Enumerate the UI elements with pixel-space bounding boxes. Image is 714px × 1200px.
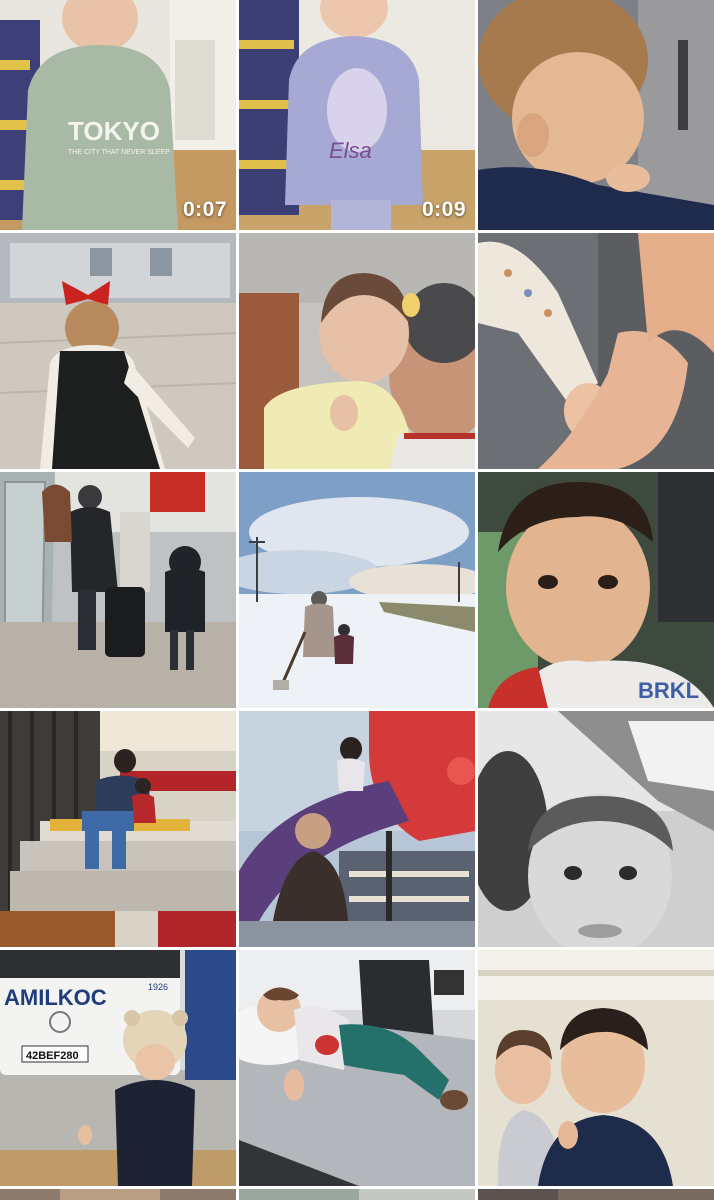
- photo-tile-playground-slide[interactable]: [239, 711, 475, 947]
- photo-tile-boy-smiling[interactable]: BRKL: [478, 472, 714, 708]
- bus-brand-text: AMILKOC: [4, 985, 107, 1010]
- photo-grid: TOKYO THE CITY THAT NEVER SLEEP 0:07 Els…: [0, 0, 714, 1200]
- photo-thumbnail: [239, 233, 475, 469]
- photo-thumbnail: [239, 711, 475, 947]
- photo-tile-child-by-bus[interactable]: AMILKOC 1926 42BEF280: [0, 950, 236, 1186]
- shirt-text: BRKL: [638, 678, 699, 703]
- photo-thumbnail: AMILKOC 1926 42BEF280: [0, 950, 236, 1186]
- photo-tile-airport-walk[interactable]: [0, 472, 236, 708]
- photo-thumbnail: BRKL: [478, 472, 714, 708]
- photo-thumbnail: [239, 950, 475, 1186]
- photo-thumbnail: [239, 472, 475, 708]
- photo-thumbnail: [478, 0, 714, 230]
- photo-thumbnail: [478, 1189, 714, 1200]
- photo-tile-partial-3[interactable]: [478, 1189, 714, 1200]
- license-plate-text: 42BEF280: [26, 1050, 79, 1062]
- photo-tile-partial-2[interactable]: [239, 1189, 475, 1200]
- photo-tile-father-son-steps[interactable]: [0, 711, 236, 947]
- photo-tile-brothers-hug[interactable]: [478, 950, 714, 1186]
- photo-thumbnail: [239, 1189, 475, 1200]
- photo-thumbnail: [0, 472, 236, 708]
- video-duration: 0:09: [421, 198, 466, 221]
- hoodie-subtext: THE CITY THAT NEVER SLEEP: [68, 149, 170, 156]
- video-duration: 0:07: [182, 198, 227, 221]
- photo-thumbnail: [0, 711, 236, 947]
- photo-thumbnail: TOKYO THE CITY THAT NEVER SLEEP: [0, 0, 236, 230]
- photo-thumbnail: [0, 1189, 236, 1200]
- photo-tile-partial-1[interactable]: [0, 1189, 236, 1200]
- photo-tile-snow-walk[interactable]: [239, 472, 475, 708]
- photo-tile-child-hospital-bed[interactable]: [239, 950, 475, 1186]
- photo-thumbnail: Elsa: [239, 0, 475, 230]
- photo-tile-baby-with-father[interactable]: [239, 233, 475, 469]
- photo-thumbnail: [478, 950, 714, 1186]
- video-tile-girl-tokyo-hoodie[interactable]: TOKYO THE CITY THAT NEVER SLEEP 0:07: [0, 0, 236, 230]
- photo-tile-girl-red-bow[interactable]: [0, 233, 236, 469]
- photo-thumbnail: [0, 233, 236, 469]
- bus-year-text: 1926: [148, 982, 168, 992]
- shirt-text: Elsa: [329, 138, 372, 163]
- video-tile-girl-elsa-shirt[interactable]: Elsa 0:09: [239, 0, 475, 230]
- photo-thumbnail: [478, 711, 714, 947]
- photo-thumbnail: [478, 233, 714, 469]
- photo-tile-baby-hand[interactable]: [478, 233, 714, 469]
- hoodie-text: TOKYO: [68, 116, 160, 146]
- photo-tile-boy-black-white[interactable]: [478, 711, 714, 947]
- photo-tile-boy-profile[interactable]: [478, 0, 714, 230]
